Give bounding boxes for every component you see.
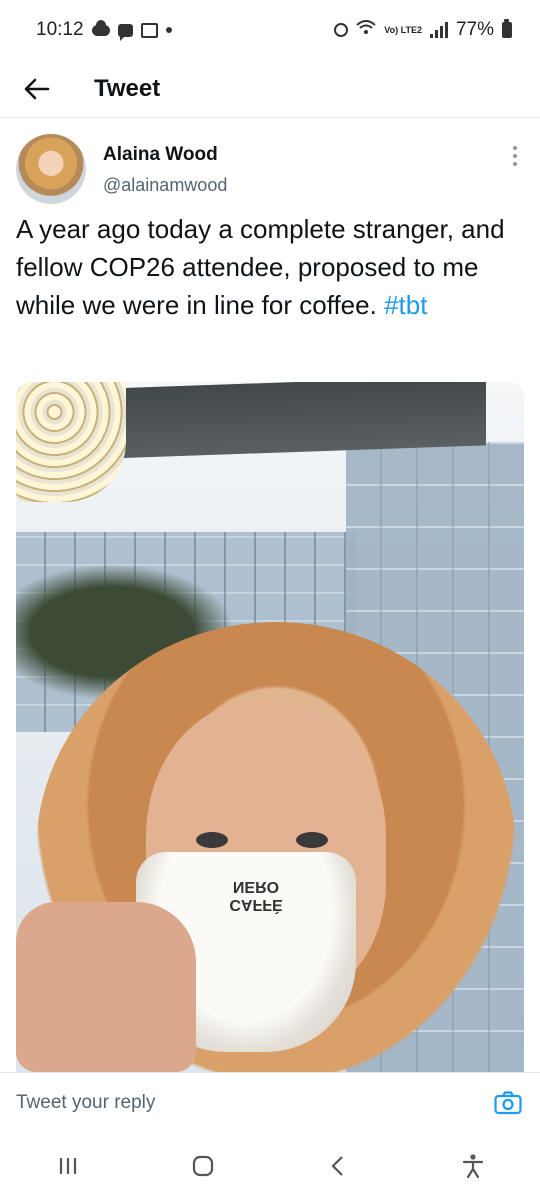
photo-awning (106, 382, 486, 459)
status-right: Vo) LTE2 77% (334, 19, 512, 41)
author-handle[interactable]: @alainamwood (103, 175, 227, 196)
tweet-photo[interactable]: CAFFÈ NERO (16, 382, 524, 1072)
wifi-icon (356, 19, 376, 41)
author-name[interactable]: Alaina Wood (103, 144, 218, 166)
status-left: 10:12 (36, 19, 172, 41)
system-nav-bar (0, 1132, 540, 1200)
top-app-bar: Tweet (0, 60, 540, 118)
cloud-icon (91, 19, 110, 36)
accessibility-icon[interactable] (453, 1146, 493, 1186)
status-bar: 10:12 Vo) LTE2 77% (0, 0, 540, 60)
alarm-icon (334, 23, 349, 37)
photo-cup-logo: CAFFÈ NERO (229, 878, 283, 913)
home-icon[interactable] (183, 1146, 223, 1186)
notification-dot-icon (165, 27, 172, 33)
tweet: Alaina Wood @alainamwood A year ago toda… (16, 118, 524, 320)
battery-percent: 77% (455, 19, 494, 40)
status-time: 10:12 (36, 19, 84, 40)
gallery-icon (140, 22, 158, 38)
network-label: Vo) LTE2 (384, 24, 422, 35)
photo-eye-left (196, 832, 228, 848)
chevron-left-icon[interactable] (318, 1146, 358, 1186)
avatar[interactable] (16, 134, 86, 204)
recents-icon[interactable] (48, 1146, 88, 1186)
tweet-text: A year ago today a complete stranger, an… (16, 210, 521, 324)
photo-hand (16, 902, 196, 1072)
tweet-body: A year ago today a complete stranger, an… (16, 214, 505, 320)
reply-input[interactable]: Tweet your reply (16, 1092, 494, 1114)
hashtag-link[interactable]: #tbt (384, 290, 427, 320)
page-title: Tweet (94, 74, 161, 102)
more-vertical-icon[interactable] (512, 146, 518, 166)
battery-icon (502, 19, 512, 38)
message-icon (117, 23, 133, 41)
signal-icon (429, 22, 448, 38)
photo-eye-right (296, 832, 328, 848)
arrow-left-icon[interactable] (24, 75, 52, 103)
reply-bar: Tweet your reply (0, 1072, 540, 1133)
tweet-author-row: Alaina Wood @alainamwood (16, 118, 524, 208)
camera-icon[interactable] (494, 1091, 522, 1115)
